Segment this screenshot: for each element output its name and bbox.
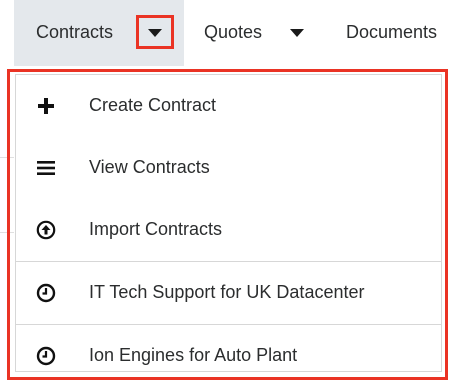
menu-item-label: Import Contracts [89, 219, 223, 239]
menu-item-create-contract[interactable]: Create Contract [16, 75, 441, 137]
menu-item-import-contracts[interactable]: Import Contracts [16, 199, 441, 261]
chevron-down-icon[interactable] [290, 29, 304, 37]
plus-icon [36, 96, 56, 116]
menu-item-label: Create Contract [89, 95, 217, 115]
page: Contracts Quotes Documents Create Contra… [0, 0, 462, 387]
tab-documents-label[interactable]: Documents [346, 20, 437, 44]
upload-circle-icon [36, 220, 56, 240]
background-divider [0, 157, 14, 158]
tab-contracts-label[interactable]: Contracts [36, 20, 113, 44]
top-navbar: Contracts Quotes Documents [0, 0, 462, 66]
tab-quotes-label[interactable]: Quotes [204, 20, 262, 44]
clock-icon [36, 283, 56, 303]
list-icon [36, 158, 56, 178]
clock-icon [36, 346, 56, 366]
background-divider [0, 232, 14, 233]
contracts-dropdown-menu: Create Contract View Contracts Import Co… [15, 74, 442, 372]
contracts-dropdown-toggle-highlight[interactable] [136, 15, 174, 49]
menu-item-recent-contract[interactable]: Ion Engines for Auto Plant [16, 325, 441, 387]
menu-item-label: Ion Engines for Auto Plant [89, 345, 298, 365]
menu-item-recent-contract[interactable]: IT Tech Support for UK Datacenter [16, 262, 441, 324]
menu-item-label: View Contracts [89, 157, 210, 177]
menu-item-view-contracts[interactable]: View Contracts [16, 137, 441, 199]
menu-item-label: IT Tech Support for UK Datacenter [89, 282, 365, 302]
